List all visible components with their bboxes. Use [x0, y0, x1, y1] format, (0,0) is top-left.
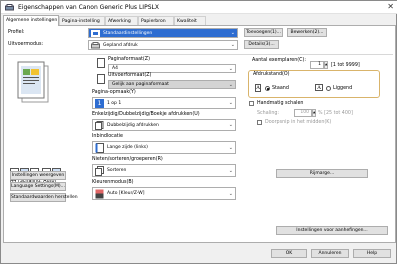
manual-scaling-checkbox[interactable] [249, 101, 254, 106]
layout-icon: 1 [95, 99, 104, 108]
margin-button[interactable]: Rijmarge... [276, 169, 368, 178]
page-preview-image [17, 61, 49, 103]
page-size-label: Paginaformaat(Z) [108, 57, 150, 62]
ok-button[interactable]: OK [271, 249, 307, 258]
output-size-value: Gelijk aan paginaformaat [112, 82, 169, 87]
output-method-value: Gepland afdruk [103, 43, 138, 48]
restore-tab-button[interactable]: Instellingen voor aanhefingen... [276, 226, 388, 235]
scale-range: % [25 tot 400] [318, 111, 353, 116]
watermark-checkbox[interactable] [257, 120, 262, 125]
color-mode-label: Kleurenmodus(B) [92, 180, 134, 185]
binding-label: Inbindlocatie [92, 134, 123, 139]
chevron-down-icon: ⌄ [230, 30, 235, 36]
scale-input[interactable]: 100 [294, 109, 312, 117]
restore-defaults-button[interactable]: Standaardwaarden herstellen [10, 193, 78, 202]
collate-icon [95, 166, 104, 176]
add-profile-button[interactable]: Toevoegen(1)... [244, 28, 283, 37]
color-mode-select[interactable]: Auto [Kleur/Z-W] ⌄ [92, 187, 236, 200]
output-size-select[interactable]: Gelijk aan paginaformaat ⌄ [108, 80, 236, 89]
duplex-label: Enkelzijdig/Dubbelzijdig/Boekje afdrukke… [92, 112, 200, 117]
print-icon [91, 42, 100, 49]
copies-label: Aantal exemplaren(C): [252, 58, 307, 63]
page-size-value: A4 [112, 66, 118, 71]
chevron-down-icon: ⌄ [228, 145, 233, 151]
output-size-label: Uitvoerformaat(Z) [108, 73, 152, 78]
view-settings-button[interactable]: Instellingen weergeven [10, 171, 66, 180]
binding-select[interactable]: Lange zijde (links) ⌄ [92, 141, 236, 154]
layout-value: 1 op 1 [107, 101, 122, 106]
profile-select[interactable]: Standaardinstellingen ⌄ [88, 28, 238, 38]
scale-label: Schaling: [257, 111, 280, 116]
duplex-select[interactable]: Dubbelzijdig afdrukken ⌄ [92, 119, 236, 131]
color-mode-icon [95, 189, 104, 199]
chevron-down-icon: ⌄ [228, 82, 233, 88]
page-size-icon [97, 58, 105, 68]
finishing-value: Sorteren [107, 168, 127, 173]
general-settings-pane: Profiel: Standaardinstellingen ⌄ Toevoeg… [3, 25, 396, 243]
binding-value: Lange zijde (links) [107, 145, 148, 150]
printer-properties-dialog: Eigenschappen van Canon Generic Plus LIP… [0, 0, 397, 264]
preview-panel: A4 [Schaling: Auto] [10, 52, 64, 184]
color-mode-value: Auto [Kleur/Z-W] [107, 191, 145, 196]
finishing-label: Nieten/sorteren/groeperen(R) [92, 157, 163, 162]
help-button[interactable]: Help [353, 249, 391, 258]
language-settings-button[interactable]: Language Settings(M)... [10, 182, 66, 191]
profile-label: Profiel: [8, 30, 25, 35]
close-icon[interactable]: ✕ [387, 2, 394, 11]
details-button[interactable]: Details(3)... [244, 40, 279, 49]
duplex-value: Dubbelzijdig afdrukken [107, 123, 159, 128]
copies-input[interactable]: 1 [310, 61, 324, 69]
cancel-button[interactable]: Annuleren [311, 249, 349, 258]
binding-icon [95, 143, 104, 153]
copies-range: [1 tot 9999] [331, 63, 360, 68]
output-method-select[interactable]: Gepland afdruk ⌄ [88, 40, 238, 50]
watermark-label: Doorpsnip in het midden(K) [265, 120, 332, 125]
divider [8, 54, 393, 55]
landscape-label: Liggend [333, 86, 353, 91]
chevron-down-icon: ⌄ [228, 168, 233, 174]
scale-stepper[interactable]: ▲ [312, 109, 316, 117]
layout-select[interactable]: 1 1 op 1 ⌄ [92, 97, 236, 109]
manual-scaling-label: Handmatig schalen [257, 101, 304, 106]
printer-icon [5, 4, 14, 11]
chevron-down-icon: ⌄ [228, 100, 233, 106]
orientation-label: Afdrukstand(O) [253, 72, 290, 77]
duplex-icon [95, 121, 104, 130]
finishing-select[interactable]: Sorteren ⌄ [92, 164, 236, 177]
orientation-group: Afdrukstand(O) A Staand A Liggend [248, 70, 380, 98]
tab-general[interactable]: Algemene instellingen [3, 15, 59, 26]
edit-profile-button[interactable]: Bewerken(2)... [287, 28, 327, 37]
page-size-select[interactable]: A4 ⌄ [108, 64, 236, 73]
landscape-icon: A [315, 84, 323, 91]
chevron-down-icon: ⌄ [228, 66, 233, 72]
title-bar: Eigenschappen van Canon Generic Plus LIP… [1, 1, 397, 14]
chevron-down-icon: ⌄ [228, 191, 233, 197]
landscape-radio[interactable] [326, 86, 331, 91]
output-size-icon [97, 74, 105, 84]
profile-value: Standaardinstellingen [103, 31, 153, 36]
portrait-radio[interactable] [265, 86, 270, 91]
profile-icon [91, 30, 100, 37]
output-method-label: Uitvoermodus: [8, 42, 44, 47]
portrait-label: Staand [272, 86, 289, 91]
chevron-down-icon: ⌄ [228, 122, 233, 128]
copies-stepper[interactable]: ▲ [324, 61, 328, 69]
chevron-down-icon: ⌄ [230, 42, 235, 48]
layout-label: Pagina-opmaak(Y) [92, 90, 136, 95]
portrait-icon: A [255, 84, 261, 92]
window-title: Eigenschappen van Canon Generic Plus LIP… [18, 4, 159, 11]
